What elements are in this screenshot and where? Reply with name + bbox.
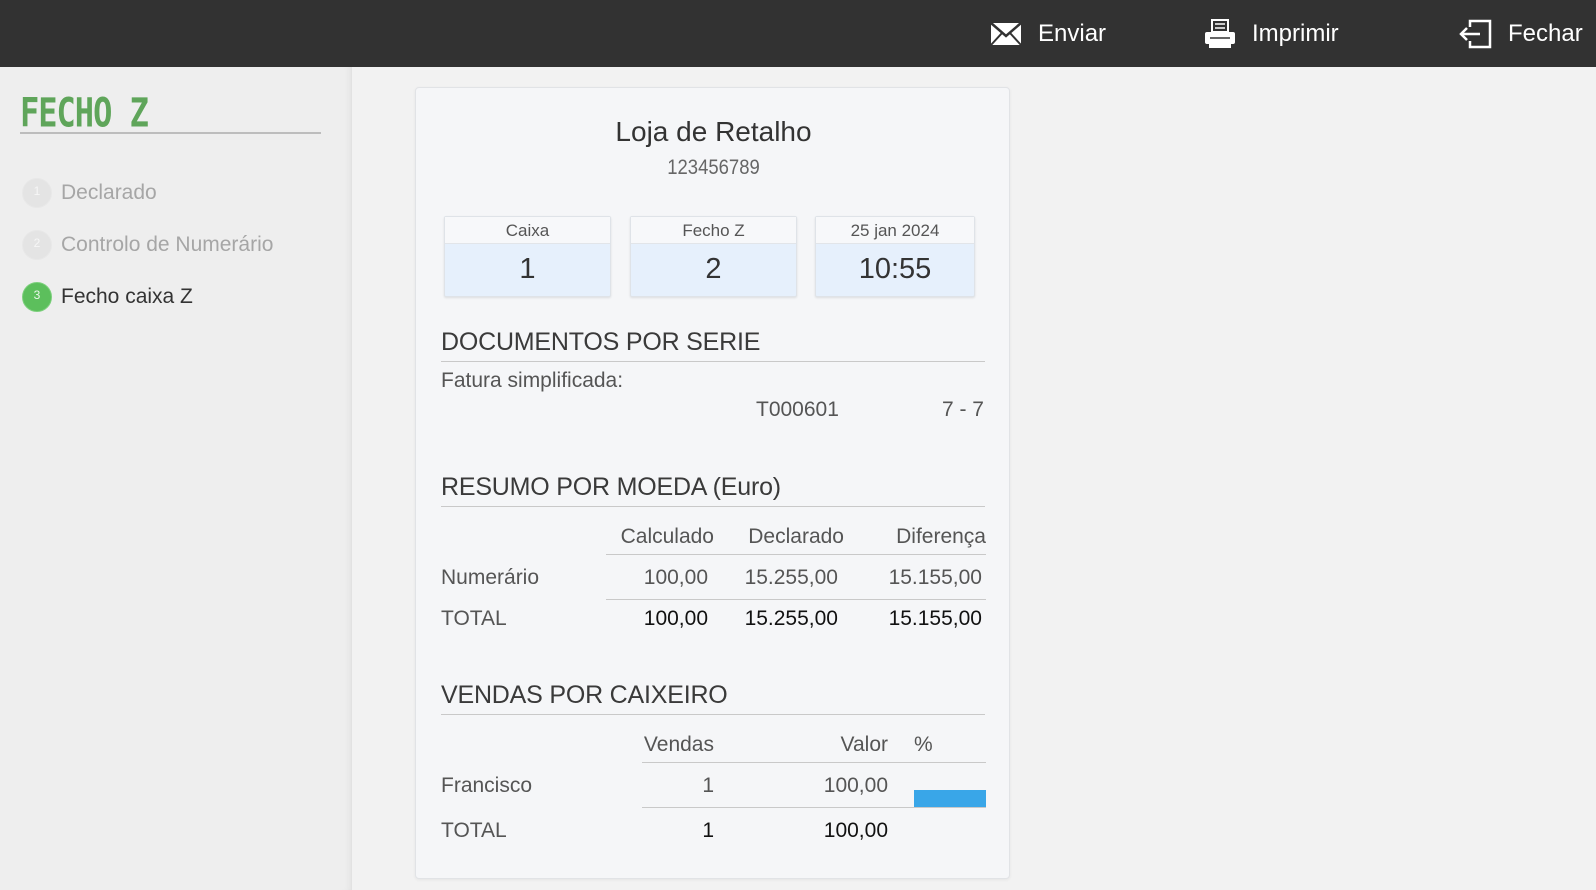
currency-total-label: TOTAL <box>441 607 507 630</box>
print-label: Imprimir <box>1252 19 1339 47</box>
step-number-badge: 3 <box>22 282 52 312</box>
cashier-total-valor: 100,00 <box>823 819 888 842</box>
caixa-label: Caixa <box>445 217 610 244</box>
section-divider <box>441 714 985 715</box>
fecho-z-value: 2 <box>705 253 722 285</box>
col-header-valor: Valor <box>840 733 888 756</box>
send-label: Enviar <box>1038 19 1107 47</box>
section-divider <box>441 361 985 362</box>
cashier-section-title: VENDAS POR CAIXEIRO <box>441 681 728 709</box>
cashier-valor: 100,00 <box>823 774 888 797</box>
numerario-declarado: 15.255,00 <box>744 566 838 589</box>
documents-section-title: DOCUMENTOS POR SERIE <box>441 328 761 356</box>
cashier-vendas: 1 <box>702 774 714 797</box>
total-calculado: 100,00 <box>643 607 708 630</box>
table-divider <box>606 599 986 600</box>
cashier-total-label: TOTAL <box>441 819 507 842</box>
col-header-percent: % <box>914 733 933 756</box>
date-time-box: 25 jan 2024 10:55 <box>815 216 975 297</box>
close-button[interactable]: Fechar <box>1458 0 1583 67</box>
col-header-diferenca: Diferença <box>896 525 986 548</box>
store-name: Loja de Retalho <box>615 116 812 147</box>
date-label: 25 jan 2024 <box>816 217 974 244</box>
step-label: Fecho caixa Z <box>61 285 193 308</box>
caixa-box: Caixa 1 <box>444 216 611 297</box>
section-divider <box>441 506 985 507</box>
currency-section-title: RESUMO POR MOEDA (Euro) <box>441 473 781 501</box>
z-report-card: Loja de Retalho 123456789 Caixa 1 Fecho … <box>415 87 1010 879</box>
step-label: Declarado <box>61 181 157 204</box>
store-nif: 123456789 <box>667 156 760 179</box>
step-fecho-caixa-z[interactable]: 3 Fecho caixa Z <box>22 282 193 312</box>
cashier-percent-bar <box>914 790 986 807</box>
close-label: Fechar <box>1508 19 1583 47</box>
envelope-icon <box>990 21 1022 46</box>
fecho-z-label: Fecho Z <box>631 217 796 244</box>
document-type-label: Fatura simplificada: <box>441 369 624 392</box>
sidebar-title-divider <box>20 132 321 134</box>
total-diferenca: 15.155,00 <box>888 607 982 630</box>
step-number-badge: 1 <box>22 178 52 208</box>
step-declarado[interactable]: 1 Declarado <box>22 178 157 208</box>
row-label-numerario: Numerário <box>441 566 540 589</box>
table-divider <box>642 762 986 763</box>
time-value: 10:55 <box>858 253 932 285</box>
col-header-vendas: Vendas <box>643 733 714 756</box>
document-series: T000601 <box>756 398 839 421</box>
cashier-total-vendas: 1 <box>702 819 714 842</box>
top-toolbar: Enviar Imprimir Fechar <box>0 0 1596 67</box>
numerario-calculado: 100,00 <box>643 566 708 589</box>
print-button[interactable]: Imprimir <box>1204 0 1339 67</box>
send-button[interactable]: Enviar <box>990 0 1106 67</box>
col-header-calculado: Calculado <box>620 525 714 548</box>
col-header-declarado: Declarado <box>748 525 844 548</box>
caixa-value: 1 <box>519 253 536 285</box>
total-declarado: 15.255,00 <box>744 607 838 630</box>
step-number-badge: 2 <box>22 230 52 260</box>
numerario-diferenca: 15.155,00 <box>888 566 982 589</box>
exit-icon <box>1458 19 1492 49</box>
printer-icon <box>1204 18 1236 49</box>
fecho-z-box: Fecho Z 2 <box>630 216 797 297</box>
step-controlo-numerario[interactable]: 2 Controlo de Numerário <box>22 230 273 260</box>
cashier-name: Francisco <box>441 774 533 797</box>
step-label: Controlo de Numerário <box>61 233 274 256</box>
document-range: 7 - 7 <box>941 398 984 421</box>
table-divider <box>642 807 986 808</box>
table-divider <box>606 554 986 555</box>
sidebar-title: FECHO Z <box>20 89 149 137</box>
